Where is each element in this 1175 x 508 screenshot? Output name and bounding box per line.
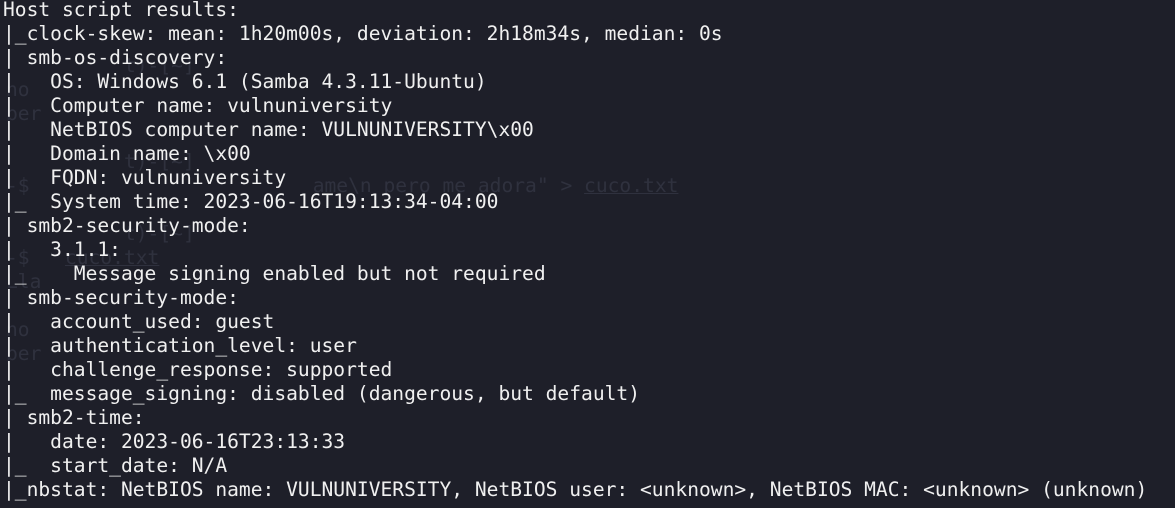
output-line: | authentication_level: user <box>3 334 357 357</box>
output-line: | smb-os-discovery: <box>3 46 239 69</box>
output-line: |_nbstat: NetBIOS name: VULNUNIVERSITY, … <box>3 478 1148 501</box>
output-line: | 3.1.1: <box>3 238 133 261</box>
output-line: | challenge_response: supported <box>3 358 393 381</box>
nmap-host-script-output: Host script results: |_clock-skew: mean: … <box>3 0 1147 502</box>
terminal-window[interactable]: t)-[~] no per t)-[~] -$ ame\n pero me ador… <box>0 0 1175 508</box>
output-line: |_ message_signing: disabled (dangerous,… <box>3 382 641 405</box>
output-line: |_clock-skew: mean: 1h20m00s, deviation:… <box>3 22 723 45</box>
output-line: | smb2-time: <box>3 406 157 429</box>
output-line: | account_used: guest <box>3 310 275 333</box>
output-line: | smb2-security-mode: <box>3 214 263 237</box>
output-line: | Domain name: \x00 <box>3 142 251 165</box>
output-line: | date: 2023-06-16T23:13:33 <box>3 430 346 453</box>
output-line: | NetBIOS computer name: VULNUNIVERSITY\… <box>3 118 534 141</box>
output-line: |_ Message signing enabled but not requi… <box>3 262 546 285</box>
output-line: |_ System time: 2023-06-16T19:13:34-04:0… <box>3 190 499 213</box>
output-line: |_ start_date: N/A <box>3 454 228 477</box>
output-line: | FQDN: vulnuniversity <box>3 166 287 189</box>
output-line: | smb-security-mode: <box>3 286 251 309</box>
output-line: | Computer name: vulnuniversity <box>3 94 393 117</box>
output-line: | OS: Windows 6.1 (Samba 4.3.11-Ubuntu) <box>3 70 487 93</box>
output-heading: Host script results: <box>3 0 239 21</box>
